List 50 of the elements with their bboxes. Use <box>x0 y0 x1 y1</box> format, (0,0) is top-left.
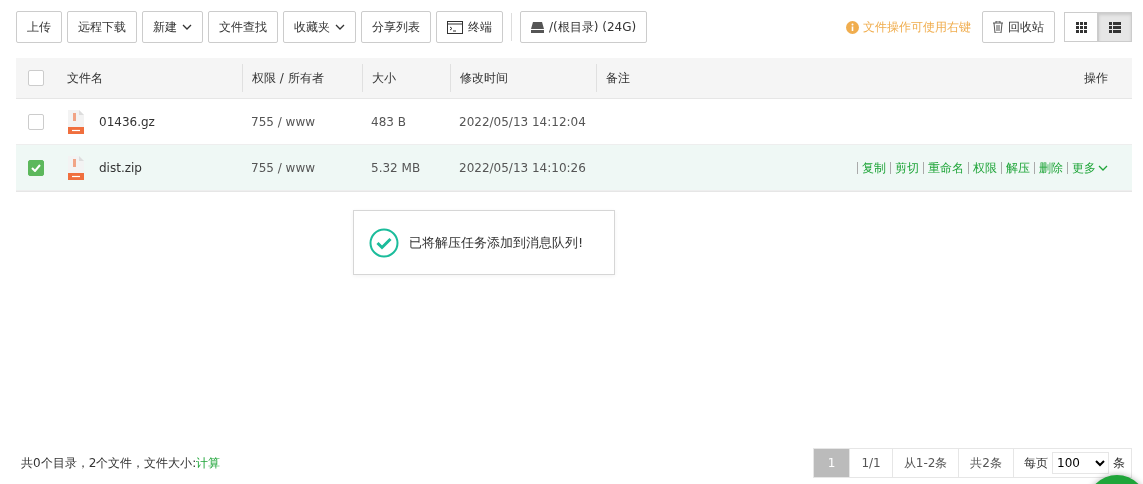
per-page-label: 每页 <box>1024 454 1048 472</box>
permission-cell-text: 755 / www <box>250 160 317 175</box>
column-header: 修改时间 <box>460 69 508 87</box>
row-checkbox[interactable] <box>28 159 44 176</box>
view-mode-button[interactable] <box>1098 12 1132 42</box>
recycle-bin-button[interactable]: 回收站 <box>982 11 1055 43</box>
checkmark-icon <box>31 163 41 172</box>
file-name[interactable]: 01436.gz <box>99 114 155 129</box>
info-icon <box>846 20 859 34</box>
chevron-down-icon <box>1098 164 1108 171</box>
trash-icon <box>993 21 1003 33</box>
grid-icon <box>1075 21 1087 33</box>
dropdown-button[interactable]: 收藏夹 <box>283 11 356 43</box>
column-header: 操作 <box>1084 69 1108 87</box>
chevron-down-icon <box>335 24 345 30</box>
toast-text: 已将解压任务添加到消息队列! <box>409 233 584 252</box>
modified-cell-text: 2022/05/13 14:12:04 <box>458 114 587 129</box>
dropdown-button[interactable]: 新建 <box>142 11 203 43</box>
modified-cell-text: 2022/05/13 14:10:26 <box>458 160 587 175</box>
column-header: 权限 / 所有者 <box>252 69 324 87</box>
size-cell-text: 483 B <box>370 114 407 129</box>
per-page-select[interactable]: 100 <box>1052 452 1109 474</box>
terminal-button[interactable]: 终端 <box>436 11 503 43</box>
list-icon <box>1109 21 1121 33</box>
hint-text: 文件操作可使用右键 <box>863 18 971 36</box>
toolbar-button[interactable]: 分享列表 <box>361 11 431 43</box>
select-all-checkbox[interactable] <box>28 70 44 86</box>
row-checkbox[interactable] <box>28 113 44 130</box>
permission-cell-text: 755 / www <box>250 114 317 129</box>
column-header: 大小 <box>372 69 396 87</box>
check-circle-icon <box>369 227 399 258</box>
toolbar-button[interactable]: 远程下载 <box>67 11 137 43</box>
file-name[interactable]: dist.zip <box>99 160 142 175</box>
per-page-unit: 条 <box>1113 454 1125 472</box>
page-item[interactable]: 1/1 <box>850 449 893 477</box>
summary-text: 共0个目录，2个文件，文件大小: <box>21 454 197 472</box>
view-mode-button[interactable] <box>1064 12 1098 42</box>
file-icon <box>67 109 85 134</box>
chevron-down-icon <box>182 24 192 30</box>
size-cell-text: 5.32 MB <box>370 160 422 175</box>
disk-path-button[interactable]: /(根目录) (24G) <box>520 11 648 43</box>
disk-icon <box>531 21 544 33</box>
file-icon <box>67 155 85 180</box>
page-item[interactable]: 共2条 <box>959 449 1014 477</box>
toolbar-button[interactable]: 文件查找 <box>208 11 278 43</box>
toolbar-button[interactable]: 上传 <box>16 11 62 43</box>
column-header: 备注 <box>606 69 630 87</box>
terminal-icon <box>447 20 463 34</box>
page-item[interactable]: 从1-2条 <box>892 449 960 477</box>
column-header: 文件名 <box>67 69 103 87</box>
